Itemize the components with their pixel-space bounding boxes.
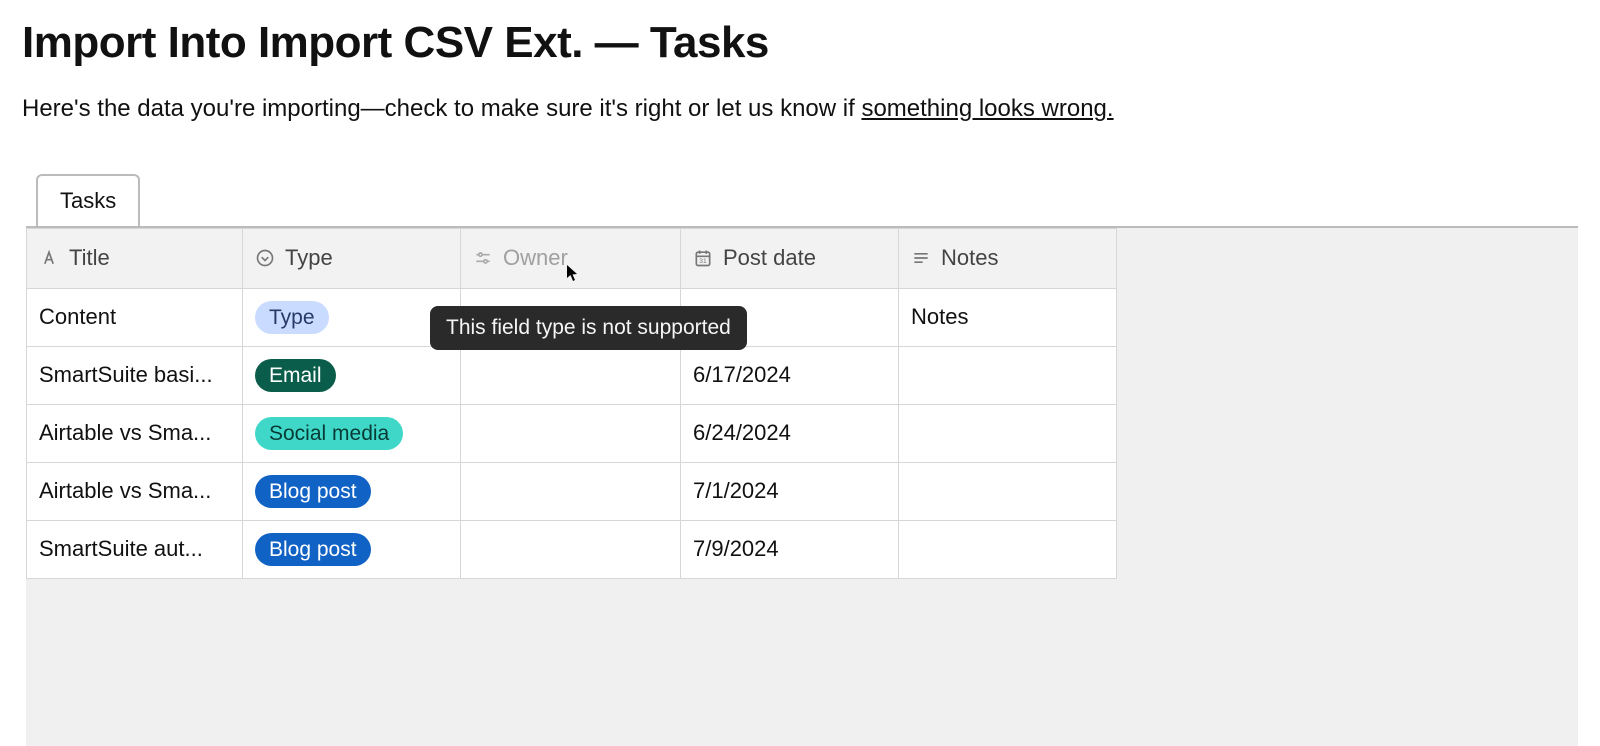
cell-title[interactable]: Airtable vs Sma... bbox=[27, 404, 243, 462]
page-title: Import Into Import CSV Ext. — Tasks bbox=[22, 18, 1578, 68]
cell-title[interactable]: Content bbox=[27, 288, 243, 346]
cell-post-date[interactable]: 6/24/2024 bbox=[681, 404, 899, 462]
tab-tasks[interactable]: Tasks bbox=[36, 174, 140, 226]
column-header-notes-label: Notes bbox=[941, 245, 998, 271]
cell-notes[interactable] bbox=[899, 404, 1117, 462]
cell-type[interactable]: Blog post bbox=[243, 462, 461, 520]
table-header-row: Title Type bbox=[27, 228, 1117, 288]
cell-type[interactable]: Type bbox=[243, 288, 461, 346]
table-row[interactable]: Airtable vs Sma... Social media 6/24/2024 bbox=[27, 404, 1117, 462]
type-tag: Social media bbox=[255, 417, 403, 450]
cell-post-date[interactable]: 6/17/2024 bbox=[681, 346, 899, 404]
cell-post-date[interactable]: 7/1/2024 bbox=[681, 462, 899, 520]
import-table-area: Title Type bbox=[26, 226, 1578, 746]
tab-bar: Tasks bbox=[22, 174, 1578, 226]
column-header-type-label: Type bbox=[285, 245, 333, 271]
cell-title[interactable]: SmartSuite basi... bbox=[27, 346, 243, 404]
cell-type[interactable]: Blog post bbox=[243, 520, 461, 578]
column-header-notes[interactable]: Notes bbox=[899, 228, 1117, 288]
cell-notes[interactable] bbox=[899, 346, 1117, 404]
cell-title[interactable]: SmartSuite aut... bbox=[27, 520, 243, 578]
calendar-icon: 31 bbox=[693, 248, 713, 268]
page-subtitle: Here's the data you're importing—check t… bbox=[22, 92, 1578, 126]
column-header-owner[interactable]: Owner bbox=[461, 228, 681, 288]
subtitle-text: Here's the data you're importing—check t… bbox=[22, 95, 861, 122]
report-issue-link[interactable]: something looks wrong. bbox=[861, 95, 1113, 122]
type-tag: Email bbox=[255, 359, 336, 392]
text-icon bbox=[39, 248, 59, 268]
svg-text:31: 31 bbox=[699, 258, 707, 265]
cell-type[interactable]: Email bbox=[243, 346, 461, 404]
cell-title[interactable]: Airtable vs Sma... bbox=[27, 462, 243, 520]
chevron-down-circle-icon bbox=[255, 248, 275, 268]
type-tag: Blog post bbox=[255, 533, 371, 566]
cell-owner[interactable] bbox=[461, 462, 681, 520]
type-tag: Blog post bbox=[255, 475, 371, 508]
cell-owner[interactable] bbox=[461, 346, 681, 404]
column-header-owner-label: Owner bbox=[503, 245, 568, 271]
text-lines-icon bbox=[911, 248, 931, 268]
column-header-post-date-label: Post date bbox=[723, 245, 816, 271]
type-tag: Type bbox=[255, 301, 329, 334]
table-row[interactable]: SmartSuite basi... Email 6/17/2024 bbox=[27, 346, 1117, 404]
column-header-title[interactable]: Title bbox=[27, 228, 243, 288]
import-table: Title Type bbox=[26, 228, 1117, 579]
cell-owner[interactable] bbox=[461, 520, 681, 578]
sliders-icon bbox=[473, 248, 493, 268]
column-header-type[interactable]: Type bbox=[243, 228, 461, 288]
unsupported-field-tooltip: This field type is not supported bbox=[430, 306, 747, 350]
cell-owner[interactable] bbox=[461, 404, 681, 462]
table-row[interactable]: Airtable vs Sma... Blog post 7/1/2024 bbox=[27, 462, 1117, 520]
column-header-title-label: Title bbox=[69, 245, 110, 271]
cell-post-date[interactable]: 7/9/2024 bbox=[681, 520, 899, 578]
cell-type[interactable]: Social media bbox=[243, 404, 461, 462]
column-header-post-date[interactable]: 31 Post date bbox=[681, 228, 899, 288]
cell-notes[interactable] bbox=[899, 520, 1117, 578]
cell-notes[interactable] bbox=[899, 462, 1117, 520]
cell-notes[interactable]: Notes bbox=[899, 288, 1117, 346]
table-row[interactable]: SmartSuite aut... Blog post 7/9/2024 bbox=[27, 520, 1117, 578]
